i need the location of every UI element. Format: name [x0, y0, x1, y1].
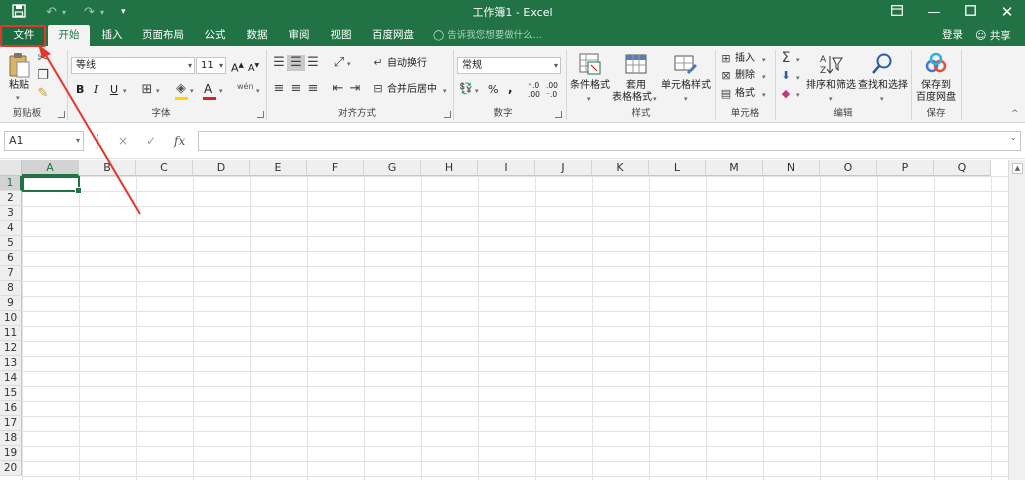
excel-window: ↶ ▾ ↷ ▾ ▾ 工作簿1 - Excel — ✕ 文件 开始 插入 页面布局… — [0, 0, 1025, 480]
annotation-arrow-icon — [38, 44, 141, 215]
